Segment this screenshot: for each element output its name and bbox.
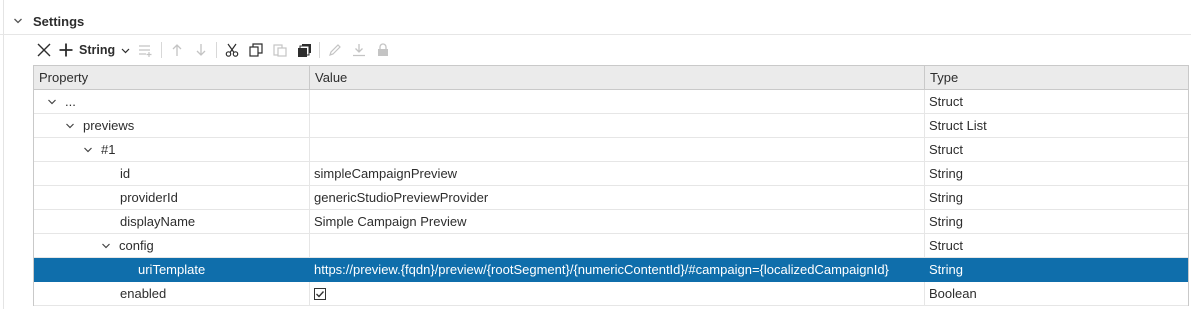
table-row[interactable]: ... Struct <box>34 90 1188 114</box>
move-down-button[interactable] <box>190 39 212 61</box>
grid-header: Property Value Type <box>34 66 1188 90</box>
toolbar-separator <box>161 42 163 58</box>
chevron-down-icon[interactable] <box>47 97 57 107</box>
property-type: Boolean <box>929 286 977 301</box>
table-row[interactable]: id simpleCampaignPreview String <box>34 162 1188 186</box>
property-type: Struct <box>929 94 963 109</box>
copy-button[interactable] <box>245 39 267 61</box>
insert-list-icon <box>139 45 152 57</box>
table-row[interactable]: #1 Struct <box>34 138 1188 162</box>
table-row-selected[interactable]: uriTemplate https://preview.{fqdn}/previ… <box>34 258 1188 282</box>
remove-button[interactable] <box>33 39 55 61</box>
property-value[interactable]: Simple Campaign Preview <box>310 210 925 233</box>
property-name: enabled <box>120 286 167 301</box>
table-row[interactable]: providerId genericStudioPreviewProvider … <box>34 186 1188 210</box>
property-name: #1 <box>101 142 116 157</box>
chevron-down-icon[interactable] <box>83 145 93 155</box>
property-type: Struct <box>929 238 963 253</box>
table-row[interactable]: displayName Simple Campaign Preview Stri… <box>34 210 1188 234</box>
insert-list-button[interactable] <box>135 39 157 61</box>
paste-icon <box>273 44 287 57</box>
property-name: ... <box>65 94 76 109</box>
column-header-type[interactable]: Type <box>925 66 1188 89</box>
property-value <box>310 138 925 161</box>
download-button[interactable] <box>348 39 370 61</box>
left-rule <box>3 0 4 309</box>
divider <box>0 34 1191 35</box>
add-type-label: String <box>79 43 116 57</box>
lock-button[interactable] <box>372 39 394 61</box>
property-name: providerId <box>120 190 178 205</box>
chevron-down-icon[interactable] <box>65 121 75 131</box>
property-type: String <box>929 190 963 205</box>
enabled-checkbox[interactable] <box>314 287 326 300</box>
table-row[interactable]: config Struct <box>34 234 1188 258</box>
duplicate-icon <box>297 43 311 57</box>
chevron-down-icon <box>121 48 130 53</box>
settings-section-header[interactable]: Settings <box>13 12 84 30</box>
property-type: Struct <box>929 142 963 157</box>
property-name: previews <box>83 118 135 133</box>
close-icon <box>37 43 51 57</box>
type-dropdown-button[interactable] <box>117 39 133 61</box>
move-down-icon <box>196 44 206 56</box>
property-value <box>310 234 925 257</box>
toolbar-separator <box>319 42 321 58</box>
property-value-checkbox-cell <box>310 282 925 305</box>
toolbar: String <box>33 39 396 61</box>
property-type: String <box>929 262 963 277</box>
paste-button[interactable] <box>269 39 291 61</box>
download-icon <box>353 44 366 57</box>
table-row[interactable]: previews Struct List <box>34 114 1188 138</box>
property-name: displayName <box>120 214 196 229</box>
toolbar-separator <box>216 42 218 58</box>
property-value <box>310 90 925 113</box>
property-value[interactable]: https://preview.{fqdn}/preview/{rootSegm… <box>310 258 925 281</box>
struct-property-grid: Property Value Type ... Struct previews … <box>33 65 1189 306</box>
add-icon <box>59 43 73 57</box>
copy-icon <box>249 43 263 57</box>
column-header-value[interactable]: Value <box>310 66 925 89</box>
edit-icon <box>329 44 341 56</box>
property-type: String <box>929 166 963 181</box>
section-title: Settings <box>33 13 85 29</box>
lock-icon <box>378 43 389 56</box>
property-type: Struct List <box>929 118 987 133</box>
table-row[interactable]: enabled Boolean <box>34 282 1188 306</box>
property-value[interactable]: simpleCampaignPreview <box>310 162 925 185</box>
property-value[interactable]: genericStudioPreviewProvider <box>310 186 925 209</box>
cut-icon <box>225 43 239 57</box>
add-string-button[interactable]: String <box>57 39 117 61</box>
chevron-down-icon[interactable] <box>13 16 23 26</box>
property-name: config <box>119 238 154 253</box>
cut-button[interactable] <box>221 39 243 61</box>
column-header-property[interactable]: Property <box>34 66 310 89</box>
duplicate-button[interactable] <box>293 39 315 61</box>
property-name: id <box>120 166 131 181</box>
property-name: uriTemplate <box>138 262 206 277</box>
edit-button[interactable] <box>324 39 346 61</box>
move-up-icon <box>172 44 182 56</box>
move-up-button[interactable] <box>166 39 188 61</box>
property-type: String <box>929 214 963 229</box>
chevron-down-icon[interactable] <box>101 241 111 251</box>
property-value <box>310 114 925 137</box>
